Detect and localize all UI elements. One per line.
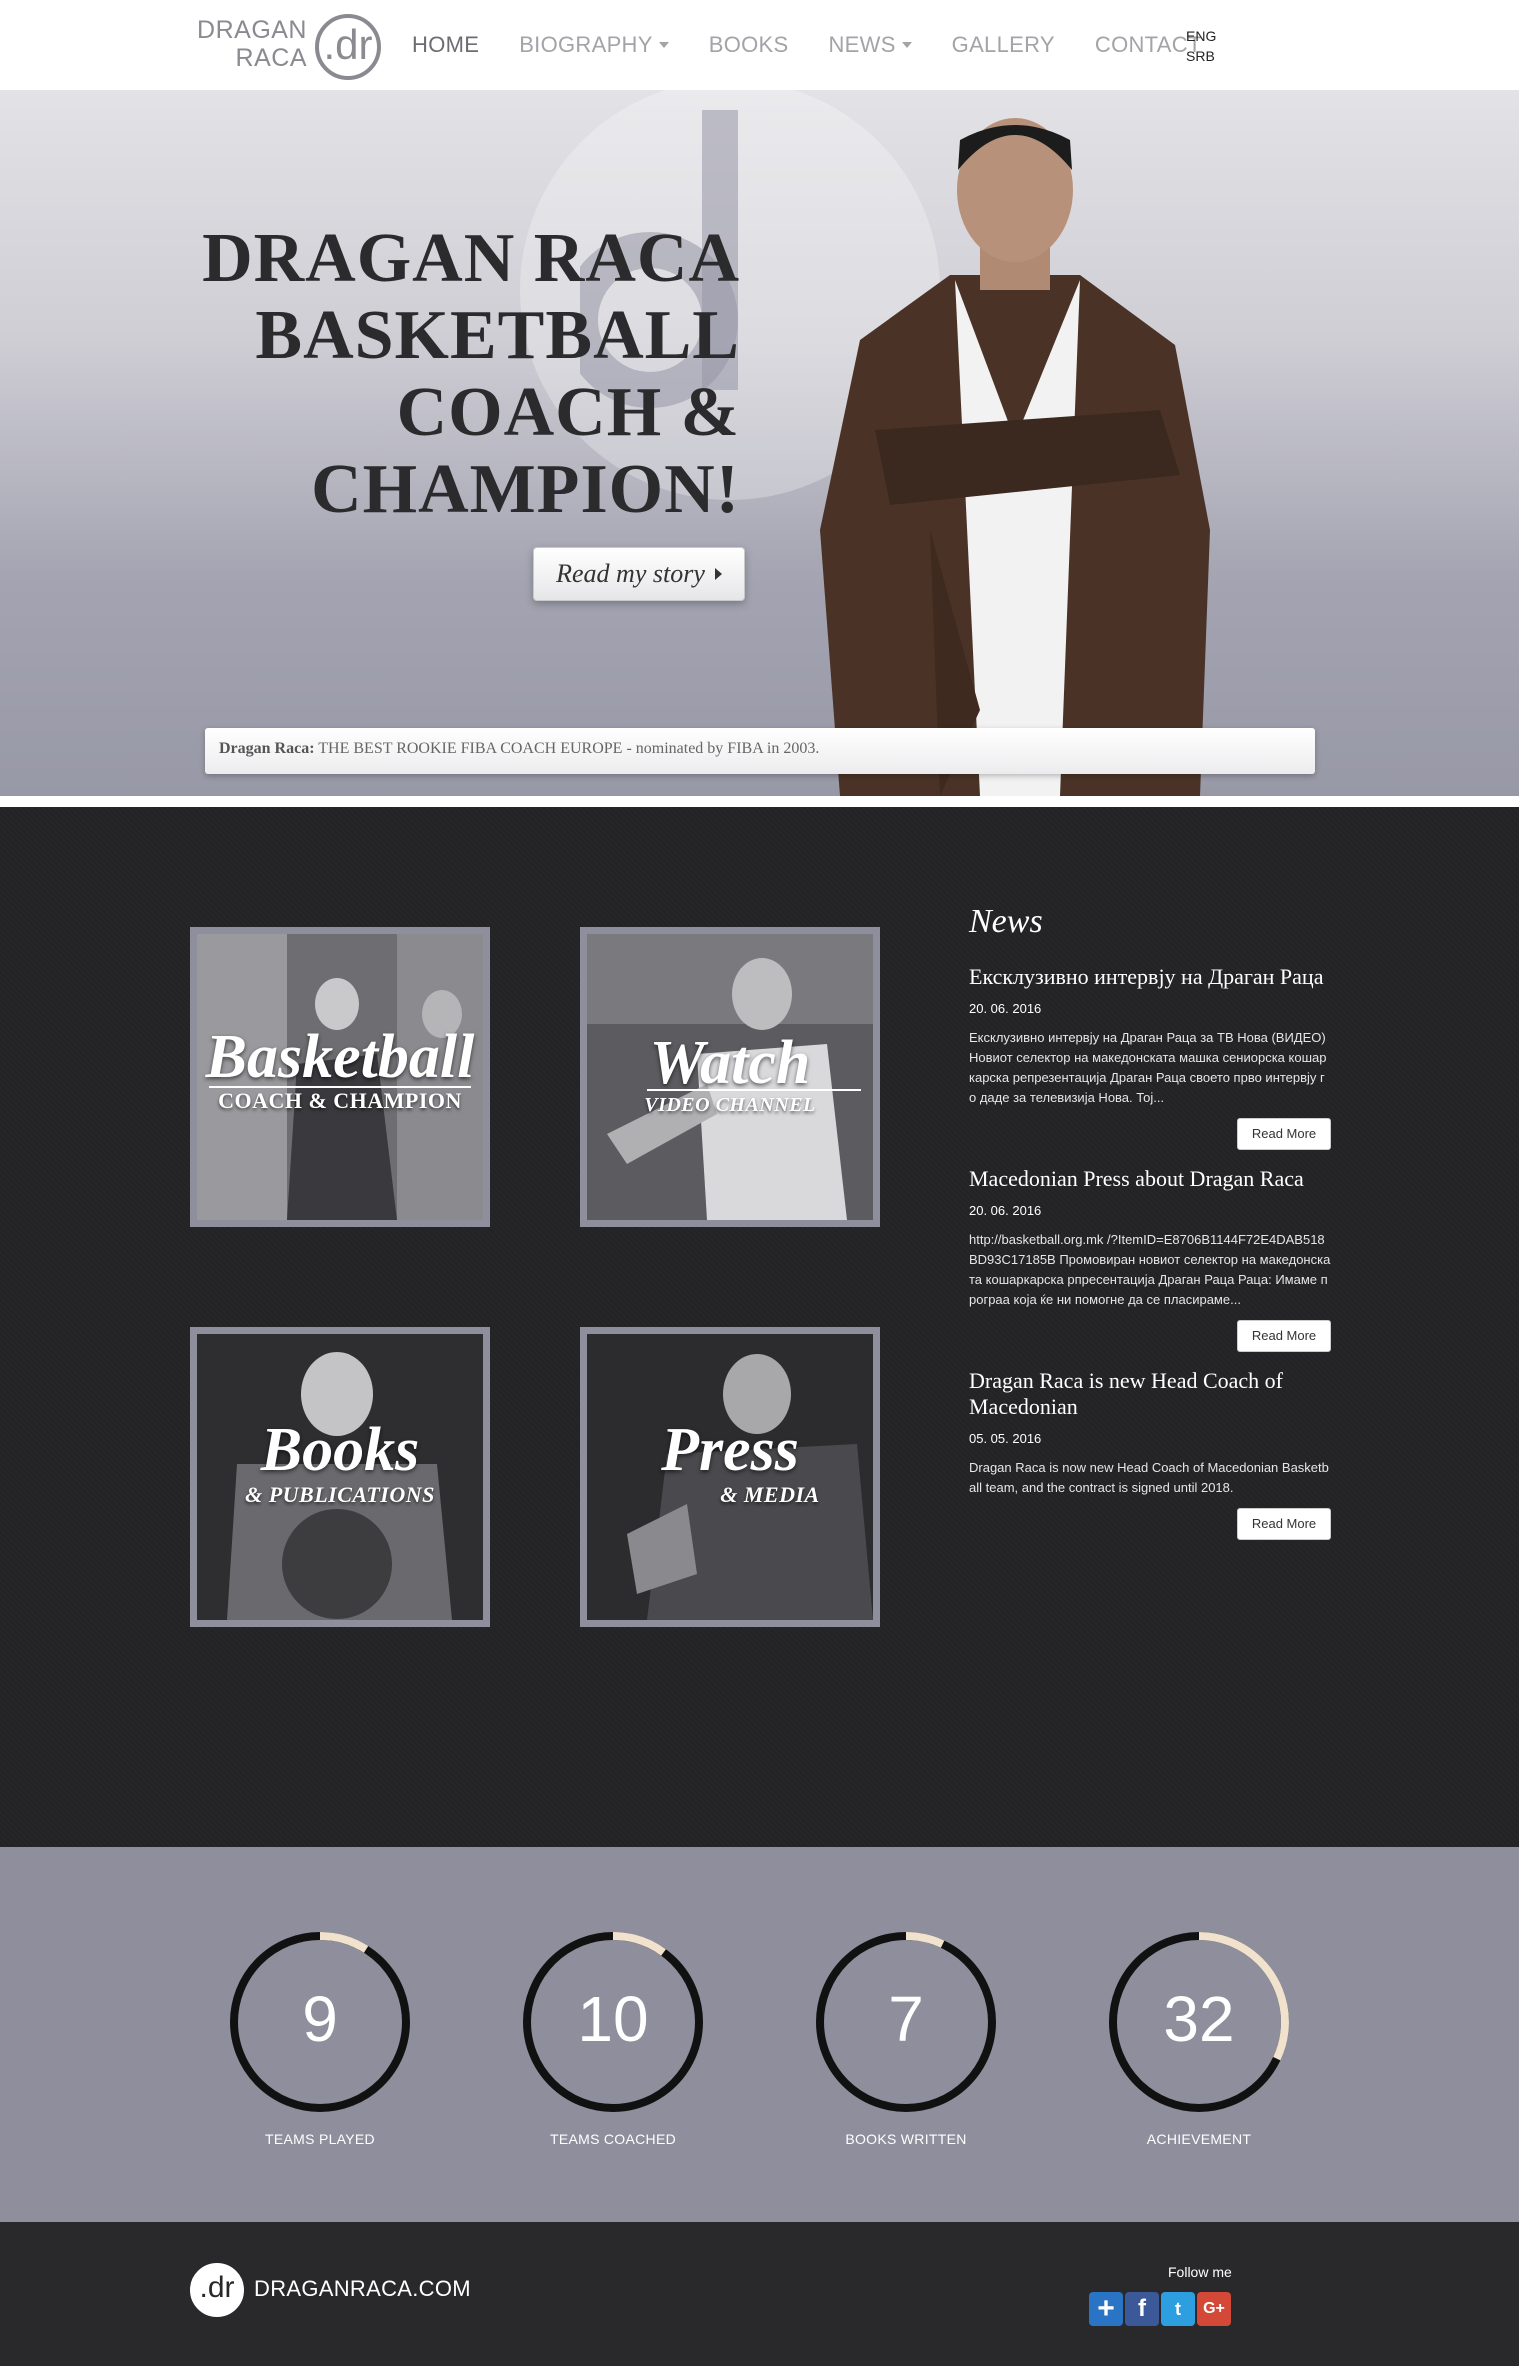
content-section: Basketball COACH & CHAMPION Watch VIDEO … — [0, 807, 1519, 1847]
tile-watch-image: Watch VIDEO CHANNEL — [587, 934, 873, 1220]
caret-down-icon — [658, 42, 669, 48]
nav-gallery[interactable]: GALLERY — [952, 32, 1055, 58]
read-more-button[interactable]: Read More — [1237, 1118, 1331, 1150]
news-item-title[interactable]: Macedonian Press about Dragan Raca — [969, 1166, 1331, 1192]
news-heading: News — [969, 903, 1043, 940]
site-logo[interactable]: DRAGAN RACA .dr — [195, 12, 390, 82]
stat-value: 9 — [302, 1983, 338, 2055]
footer-site-name[interactable]: DRAGANRACA.COM — [254, 2276, 471, 2302]
follow-me-label: Follow me — [1168, 2264, 1232, 2280]
tile-watch-subtitle: VIDEO CHANNEL — [644, 1094, 816, 1116]
logo-text: DRAGAN RACA — [195, 16, 307, 72]
play-arrow-icon — [714, 568, 722, 580]
tile-press-subtitle: & MEDIA — [720, 1482, 820, 1507]
lang-eng[interactable]: ENG — [1186, 26, 1216, 46]
stat-label: TEAMS COACHED — [549, 2131, 677, 2147]
stat-achievement: 32 ACHIEVEMENT — [1106, 1929, 1292, 2147]
news-item: Ексклузивно интервју на Драган Раца 20. … — [969, 964, 1331, 1150]
news-item-title[interactable]: Ексклузивно интервју на Драган Раца — [969, 964, 1331, 990]
facebook-icon[interactable]: f — [1125, 2292, 1159, 2326]
google-plus-icon[interactable]: G+ — [1197, 2292, 1231, 2326]
hero-banner: DRAGAN RACA BASKETBALL COACH & CHAMPION!… — [0, 90, 1519, 796]
nav-home-label: HOME — [412, 32, 480, 57]
tile-press[interactable]: Press & MEDIA — [580, 1327, 880, 1627]
caption-author: Dragan Raca: — [219, 740, 315, 757]
nav-news-label: NEWS — [828, 32, 896, 57]
news-item-excerpt: Dragan Raca is now new Head Coach of Mac… — [969, 1460, 1329, 1495]
social-links: + f t G+ — [1089, 2292, 1233, 2326]
tile-press-image: Press & MEDIA — [587, 1334, 873, 1620]
hero-title-line-4: CHAMPION! — [311, 451, 740, 528]
stat-label: BOOKS WRITTEN — [845, 2131, 967, 2147]
stat-teams-coached: 10 TEAMS COACHED — [520, 1929, 706, 2147]
hero-caption-bar: Dragan Raca: THE BEST ROOKIE FIBA COACH … — [205, 728, 1315, 774]
hero-title-line-3: COACH & — [396, 374, 740, 451]
news-item: Macedonian Press about Dragan Raca 20. 0… — [969, 1166, 1331, 1352]
footer-logo-mark: .dr — [199, 2271, 235, 2304]
tile-basketball-image: Basketball COACH & CHAMPION — [197, 934, 483, 1220]
nav-gallery-label: GALLERY — [951, 32, 1055, 57]
tile-basketball-subtitle: COACH & CHAMPION — [218, 1088, 462, 1113]
tile-books-subtitle: & PUBLICATIONS — [245, 1482, 435, 1507]
nav-biography[interactable]: BIOGRAPHY — [519, 32, 669, 58]
tile-press-title: Press — [661, 1416, 799, 1484]
lang-srb[interactable]: SRB — [1186, 46, 1216, 66]
stat-value: 10 — [577, 1983, 649, 2055]
hero-title: DRAGAN RACA BASKETBALL COACH & CHAMPION! — [180, 220, 740, 528]
nav-books[interactable]: BOOKS — [709, 32, 789, 58]
main-nav: HOME BIOGRAPHY BOOKS NEWS GALLERY CONTAC… — [412, 0, 1242, 90]
caption-text: THE BEST ROOKIE FIBA COACH EUROPE - nomi… — [318, 740, 820, 757]
hero-title-line-2: BASKETBALL — [255, 297, 740, 374]
news-item-date: 20. 06. 2016 — [969, 1203, 1042, 1218]
navbar: DRAGAN RACA .dr HOME BIOGRAPHY BOOKS NEW… — [0, 0, 1519, 90]
read-my-story-label: Read my story — [556, 559, 705, 588]
news-item-date: 20. 06. 2016 — [969, 1001, 1042, 1016]
coach-portrait — [820, 118, 1210, 796]
read-more-button[interactable]: Read More — [1237, 1320, 1331, 1352]
caret-down-icon — [901, 42, 912, 48]
news-panel: News Ексклузивно интервју на Драган Раца… — [969, 902, 1331, 1556]
stat-label: TEAMS PLAYED — [265, 2131, 375, 2147]
stat-teams-played: 9 TEAMS PLAYED — [227, 1929, 413, 2147]
nav-home[interactable]: HOME — [412, 32, 479, 58]
news-item-excerpt: http://basketball.org.mk /?ItemID=E8706B… — [969, 1232, 1331, 1307]
tile-books[interactable]: Books & PUBLICATIONS — [190, 1327, 490, 1627]
tile-watch-title: Watch — [649, 1029, 811, 1097]
tile-basketball[interactable]: Basketball COACH & CHAMPION — [190, 927, 490, 1227]
footer: .dr DRAGANRACA.COM Follow me + f t G+ — [0, 2222, 1519, 2366]
logo-line-2: RACA — [235, 44, 307, 72]
stat-label: ACHIEVEMENT — [1146, 2131, 1252, 2147]
nav-books-label: BOOKS — [708, 32, 789, 57]
logo-line-1: DRAGAN — [197, 16, 307, 44]
news-item-title[interactable]: Dragan Raca is new Head Coach of Macedon… — [969, 1368, 1331, 1420]
tile-books-title: Books — [260, 1416, 420, 1484]
tile-divider — [647, 1089, 861, 1091]
news-item-excerpt: Ексклузивно интервју на Драган Раца за Т… — [969, 1030, 1327, 1105]
stat-books-written: 7 BOOKS WRITTEN — [813, 1929, 999, 2147]
stat-value: 7 — [888, 1983, 924, 2055]
tile-basketball-title: Basketball — [205, 1023, 475, 1091]
twitter-icon[interactable]: t — [1161, 2292, 1195, 2326]
hero-title-line-1: DRAGAN RACA — [202, 220, 740, 297]
stats-section: 9 TEAMS PLAYED 10 TEAMS COACHED 7 BOOKS … — [0, 1847, 1519, 2222]
news-item: Dragan Raca is new Head Coach of Macedon… — [969, 1368, 1331, 1540]
tile-watch[interactable]: Watch VIDEO CHANNEL — [580, 927, 880, 1227]
read-more-button[interactable]: Read More — [1237, 1508, 1331, 1540]
read-my-story-button[interactable]: Read my story — [533, 547, 745, 601]
language-switcher: ENG SRB — [1186, 26, 1216, 66]
news-item-date: 05. 05. 2016 — [969, 1431, 1042, 1446]
share-plus-icon[interactable]: + — [1089, 2292, 1123, 2326]
stat-value: 32 — [1163, 1983, 1235, 2055]
nav-biography-label: BIOGRAPHY — [519, 32, 653, 57]
logo-mark: .dr — [323, 21, 373, 68]
nav-news[interactable]: NEWS — [828, 32, 912, 58]
tile-books-image: Books & PUBLICATIONS — [197, 1334, 483, 1620]
